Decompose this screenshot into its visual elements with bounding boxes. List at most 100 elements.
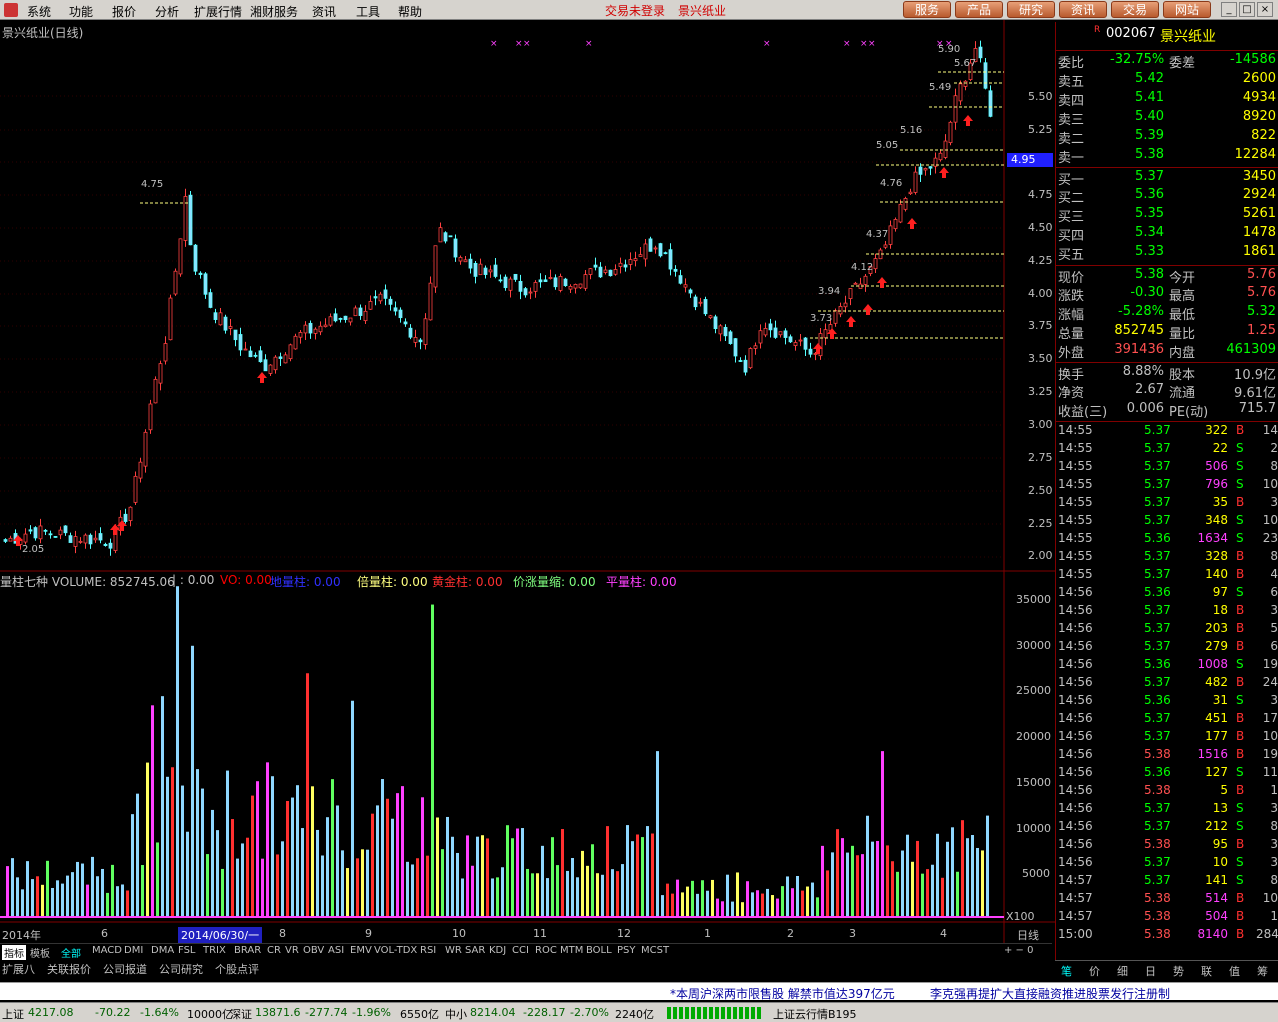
indicator-tab-psy[interactable]: PSY	[617, 945, 636, 956]
sh-amount: 10000亿	[187, 1008, 233, 1021]
trade-button[interactable]: 交易	[1111, 1, 1159, 18]
news-item[interactable]: 李克强再提扩大直接融资推进股票发行注册制	[930, 985, 1170, 1002]
subtab-ext8[interactable]: 扩展八	[2, 961, 35, 977]
indicator-tab-macd[interactable]: MACD	[92, 945, 122, 956]
research-button[interactable]: 研究	[1007, 1, 1055, 18]
price-axis-label: 5.50	[1028, 90, 1053, 103]
ask-row[interactable]: 卖二 5.39 822	[1056, 127, 1278, 147]
menu-info[interactable]: 资讯	[312, 3, 336, 20]
tick-row: 14:57 5.38 514 B 10	[1056, 890, 1278, 908]
candle	[413, 336, 418, 343]
tick-direction: B	[1236, 621, 1245, 635]
candle	[368, 301, 373, 310]
indicator-tab-roc[interactable]: ROC	[535, 945, 557, 956]
menu-service[interactable]: 湘财服务	[250, 3, 298, 20]
period-label[interactable]: 日线	[1017, 927, 1039, 943]
subtab-company-news[interactable]: 公司报道	[103, 961, 147, 977]
volume-bar	[76, 861, 79, 916]
indicator-tab-dma[interactable]: DMA	[151, 945, 174, 956]
indicator-tab-vol-tdx[interactable]: VOL-TDX	[374, 945, 417, 956]
quote-tab[interactable]: 势	[1173, 963, 1184, 979]
bid-row[interactable]: 买一 5.37 3450	[1056, 167, 1278, 188]
volume-bar	[266, 762, 269, 916]
product-button[interactable]: 产品	[955, 1, 1003, 18]
menu-analysis[interactable]: 分析	[155, 3, 179, 20]
menu-system[interactable]: 系统	[27, 3, 51, 20]
ask-row[interactable]: 卖四 5.41 4934	[1056, 89, 1278, 109]
candle	[253, 354, 258, 357]
volume-bar	[476, 836, 479, 916]
website-button[interactable]: 网站	[1163, 1, 1211, 18]
indicator-tab-obv[interactable]: OBV	[303, 945, 324, 956]
indicator-tab-emv[interactable]: EMV	[350, 945, 372, 956]
quote-tab[interactable]: 值	[1229, 963, 1240, 979]
menu-function[interactable]: 功能	[69, 3, 93, 20]
indicator-tab-kdj[interactable]: KDJ	[489, 945, 506, 956]
volume-bar	[556, 865, 559, 916]
quote-tab[interactable]: 筹	[1257, 963, 1268, 979]
subtab-company-research[interactable]: 公司研究	[159, 961, 203, 977]
info-button[interactable]: 资讯	[1059, 1, 1107, 18]
login-warning[interactable]: 交易未登录	[605, 2, 665, 19]
volume-bar	[906, 834, 909, 916]
volume-bar	[806, 886, 809, 916]
time-axis-label: 2	[787, 927, 794, 940]
indicator-tab-rsi[interactable]: RSI	[420, 945, 436, 956]
price-axis-label: 4.25	[1028, 254, 1053, 267]
menu-tools[interactable]: 工具	[356, 3, 380, 20]
menu-quote[interactable]: 报价	[112, 3, 136, 20]
volume-bar	[551, 837, 554, 916]
indicator-tab-trix[interactable]: TRIX	[203, 945, 226, 956]
indicator-tab-wr[interactable]: WR	[445, 945, 462, 956]
quote-tab[interactable]: 价	[1089, 963, 1100, 979]
close-icon[interactable]: ×	[1257, 2, 1273, 17]
volume-bar	[166, 776, 169, 916]
zoom-controls[interactable]: + − 0	[1004, 945, 1033, 956]
news-item[interactable]: *本周沪深两市限售股 解禁市值达397亿元	[670, 985, 895, 1002]
indicator-tab-全部[interactable]: 全部	[61, 945, 81, 960]
quote-tab[interactable]: 笔	[1061, 963, 1072, 979]
stat-value: 8.88%	[1122, 364, 1164, 379]
volume-bar	[271, 776, 274, 916]
indicator-tab-brar[interactable]: BRAR	[234, 945, 261, 956]
bid-row[interactable]: 买二 5.36 2924	[1056, 186, 1278, 206]
indicator-tab-boll[interactable]: BOLL	[586, 945, 612, 956]
ask-row[interactable]: 卖三 5.40 8920	[1056, 108, 1278, 128]
service-button[interactable]: 服务	[903, 1, 951, 18]
minimize-icon[interactable]: _	[1221, 2, 1237, 17]
indicator-tab-cr[interactable]: CR	[267, 945, 281, 956]
quote-tab[interactable]: 日	[1145, 963, 1156, 979]
menu-help[interactable]: 帮助	[398, 3, 422, 20]
ask-row[interactable]: 卖一 5.38 12284	[1056, 146, 1278, 166]
indicator-tab-vr[interactable]: VR	[285, 945, 299, 956]
indicator-tab-mcst[interactable]: MCST	[641, 945, 669, 956]
indicator-tab-dmi[interactable]: DMI	[124, 945, 143, 956]
volume-bar	[766, 888, 769, 916]
bid-row[interactable]: 买三 5.35 5261	[1056, 205, 1278, 225]
indicator-tab-模板[interactable]: 模板	[30, 945, 50, 960]
indicator-tab-cci[interactable]: CCI	[512, 945, 529, 956]
quote-tab[interactable]: 细	[1117, 963, 1128, 979]
up-arrow-icon	[257, 372, 267, 383]
subtab-stock-review[interactable]: 个股点评	[215, 961, 259, 977]
bid-row[interactable]: 买五 5.33 1861	[1056, 243, 1278, 263]
kline-chart[interactable]: × × × × × × × × × ×	[0, 20, 1055, 943]
bid-row[interactable]: 买四 5.34 1478	[1056, 224, 1278, 244]
indicator-tab-fsl[interactable]: FSL	[178, 945, 196, 956]
volume-bar	[161, 696, 164, 916]
candle	[568, 286, 573, 290]
quote-tab[interactable]: 联	[1201, 963, 1212, 979]
tick-row: 14:55 5.37 506 S 8	[1056, 458, 1278, 476]
level-label: 4.37	[866, 229, 889, 240]
subtab-related[interactable]: 关联报价	[47, 961, 91, 977]
restore-icon[interactable]: □	[1239, 2, 1255, 17]
indicator-tab-sar[interactable]: SAR	[465, 945, 485, 956]
candle	[563, 278, 568, 287]
indicator-tab-指标[interactable]: 指标	[2, 945, 26, 960]
candle	[93, 537, 98, 541]
news-ticker[interactable]: *本周沪深两市限售股 解禁市值达397亿元 李克强再提扩大直接融资推进股票发行注…	[0, 982, 1278, 1002]
indicator-tab-asi[interactable]: ASI	[328, 945, 344, 956]
menu-extended[interactable]: 扩展行情	[194, 3, 242, 20]
indicator-tab-mtm[interactable]: MTM	[560, 945, 583, 956]
ask-row[interactable]: 卖五 5.42 2600	[1056, 70, 1278, 90]
